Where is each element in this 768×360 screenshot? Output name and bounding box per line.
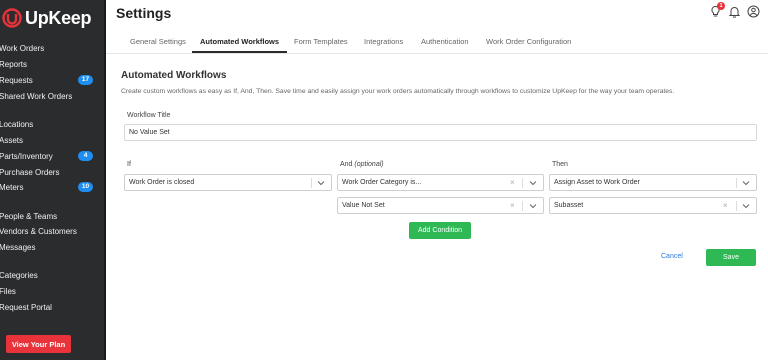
- sidebar-item-people-teams[interactable]: People & Teams: [0, 209, 106, 223]
- then-select-subasset[interactable]: Subasset ×: [549, 197, 757, 214]
- page-title: Settings: [116, 5, 172, 21]
- tab-automated-workflows[interactable]: Automated Workflows: [200, 37, 279, 46]
- and-label: And (optional): [340, 161, 384, 168]
- sidebar-item-request-portal[interactable]: Request Portal: [0, 300, 106, 314]
- sidebar-item-label: Shared Work Orders: [0, 91, 73, 101]
- chevron-down-icon: [529, 204, 537, 209]
- upkeep-logo-icon: [2, 8, 22, 28]
- sidebar-item-reports[interactable]: Reports: [0, 57, 106, 71]
- lightbulb-icon[interactable]: 1: [709, 2, 725, 18]
- chevron-down-icon: [317, 181, 325, 186]
- select-separator: [736, 201, 737, 211]
- requests-count-badge: 17: [78, 75, 93, 85]
- and-select-value: Work Order Category is...: [342, 179, 422, 186]
- tab-work-order-configuration[interactable]: Work Order Configuration: [486, 37, 571, 46]
- then-select-action[interactable]: Assign Asset to Work Order: [549, 174, 757, 191]
- tab-integrations[interactable]: Integrations: [364, 37, 403, 46]
- sidebar-item-label: People & Teams: [0, 211, 58, 221]
- workflow-title-label: Workflow Title: [127, 112, 171, 119]
- clear-icon[interactable]: ×: [723, 201, 728, 210]
- sidebar-item-label: Request Portal: [0, 302, 52, 312]
- workflow-title-input[interactable]: No Value Set: [124, 124, 757, 141]
- sidebar-item-locations[interactable]: Locations: [0, 117, 106, 131]
- select-separator: [311, 178, 312, 188]
- then-select-value: Assign Asset to Work Order: [554, 179, 640, 186]
- sidebar-item-label: Reports: [0, 59, 28, 69]
- sidebar-item-label: Files: [0, 286, 16, 296]
- optional-label: (optional): [354, 161, 384, 168]
- sidebar-item-label: Locations: [0, 119, 34, 129]
- user-icon[interactable]: [747, 5, 760, 18]
- clear-icon[interactable]: ×: [510, 201, 515, 210]
- sidebar-item-work-orders[interactable]: Work Orders: [0, 41, 106, 55]
- and-select-value: Value Not Set: [342, 202, 385, 209]
- sidebar-item-messages[interactable]: Messages: [0, 240, 106, 254]
- if-select[interactable]: Work Order is closed: [124, 174, 332, 191]
- sidebar-item-meters[interactable]: Meters 10: [0, 180, 106, 194]
- view-plan-button[interactable]: View Your Plan: [6, 335, 71, 353]
- sidebar-item-files[interactable]: Files: [0, 284, 106, 298]
- then-label: Then: [552, 161, 568, 168]
- if-select-value: Work Order is closed: [129, 179, 195, 186]
- and-select-value-field[interactable]: Value Not Set ×: [337, 197, 544, 214]
- sidebar-item-label: Meters: [0, 182, 24, 192]
- cancel-button[interactable]: Cancel: [661, 253, 683, 260]
- sidebar-item-label: Purchase Orders: [0, 167, 60, 177]
- tab-general-settings[interactable]: General Settings: [130, 37, 186, 46]
- sidebar-divider: [104, 0, 106, 360]
- select-separator: [522, 201, 523, 211]
- meters-count-badge: 10: [78, 182, 93, 192]
- app-logo[interactable]: UpKeep: [2, 7, 92, 28]
- sidebar-item-label: Work Orders: [0, 43, 45, 53]
- sidebar-item-requests[interactable]: Requests 17: [0, 73, 106, 87]
- sidebar-item-label: Vendors & Customers: [0, 226, 77, 236]
- settings-tabs: General Settings Automated Workflows For…: [106, 29, 768, 54]
- sidebar-item-categories[interactable]: Categories: [0, 268, 106, 282]
- sidebar: UpKeep Work Orders Reports Requests 17 Sh…: [0, 0, 106, 360]
- sidebar-item-label: Requests: [0, 75, 33, 85]
- sidebar-item-shared-work-orders[interactable]: Shared Work Orders: [0, 89, 106, 103]
- section-description: Create custom workflows as easy as If, A…: [121, 88, 675, 95]
- then-select-value: Subasset: [554, 202, 584, 209]
- parts-count-badge: 4: [78, 151, 93, 161]
- save-button[interactable]: Save: [706, 249, 756, 266]
- notification-count-badge: 1: [717, 2, 725, 10]
- header-icons: 1: [709, 2, 760, 18]
- chevron-down-icon: [742, 181, 750, 186]
- add-condition-button[interactable]: Add Condition: [409, 222, 471, 239]
- sidebar-item-label: Messages: [0, 242, 36, 252]
- section-title: Automated Workflows: [121, 70, 227, 81]
- tab-form-templates[interactable]: Form Templates: [294, 37, 348, 46]
- chevron-down-icon: [529, 181, 537, 186]
- clear-icon[interactable]: ×: [510, 178, 515, 187]
- and-label-text: And: [340, 161, 353, 168]
- bell-icon[interactable]: [728, 5, 741, 18]
- if-label: If: [127, 161, 131, 168]
- sidebar-item-vendors-customers[interactable]: Vendors & Customers: [0, 224, 106, 238]
- and-select-category[interactable]: Work Order Category is... ×: [337, 174, 544, 191]
- sidebar-item-label: Assets: [0, 135, 24, 145]
- select-separator: [522, 178, 523, 188]
- sidebar-item-label: Categories: [0, 270, 38, 280]
- chevron-down-icon: [742, 204, 750, 209]
- active-tab-indicator: [192, 51, 287, 53]
- sidebar-item-assets[interactable]: Assets: [0, 133, 106, 147]
- tab-authentication[interactable]: Authentication: [421, 37, 469, 46]
- sidebar-item-label: Parts/Inventory: [0, 151, 53, 161]
- sidebar-item-purchase-orders[interactable]: Purchase Orders: [0, 165, 106, 179]
- sidebar-item-parts-inventory[interactable]: Parts/Inventory 4: [0, 149, 106, 163]
- select-separator: [736, 178, 737, 188]
- app-name: UpKeep: [25, 7, 92, 28]
